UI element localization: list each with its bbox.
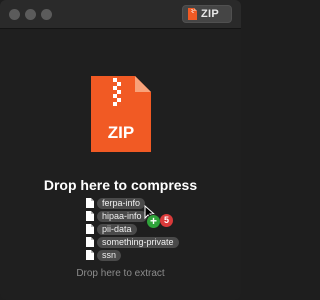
format-label: ZIP — [201, 8, 220, 20]
document-icon — [86, 250, 94, 260]
extract-drop-label: Drop here to extract — [76, 268, 165, 279]
zip-archive-icon[interactable]: ZIP — [91, 76, 151, 152]
compress-drop-label: Drop here to compress — [43, 177, 198, 193]
list-item: ferpa-info — [86, 197, 146, 209]
document-icon — [86, 211, 94, 221]
file-name: pii-data — [97, 223, 137, 235]
close-window-button[interactable] — [9, 9, 20, 20]
document-icon — [86, 237, 94, 247]
list-item: ssn — [86, 249, 122, 261]
list-item: something-private — [86, 236, 179, 248]
file-name: something-private — [97, 236, 179, 248]
zip-archive-label: ZIP — [108, 123, 134, 142]
document-icon — [86, 198, 94, 208]
file-name: hipaa-info — [97, 210, 147, 222]
zoom-window-button[interactable] — [41, 9, 52, 20]
app-window: ZIP ZIP Drop here to compress ferpa-info — [0, 0, 241, 300]
drag-count-badge: 5 — [160, 214, 173, 227]
file-name: ssn — [97, 249, 122, 261]
list-item: hipaa-info — [86, 210, 147, 222]
file-name: ferpa-info — [97, 197, 146, 209]
minimize-window-button[interactable] — [25, 9, 36, 20]
title-bar: ZIP — [0, 0, 241, 29]
add-badge-icon: + — [146, 214, 161, 229]
list-item: pii-data — [86, 223, 137, 235]
document-icon — [86, 224, 94, 234]
zip-file-icon — [188, 8, 197, 20]
format-select[interactable]: ZIP — [182, 5, 232, 23]
